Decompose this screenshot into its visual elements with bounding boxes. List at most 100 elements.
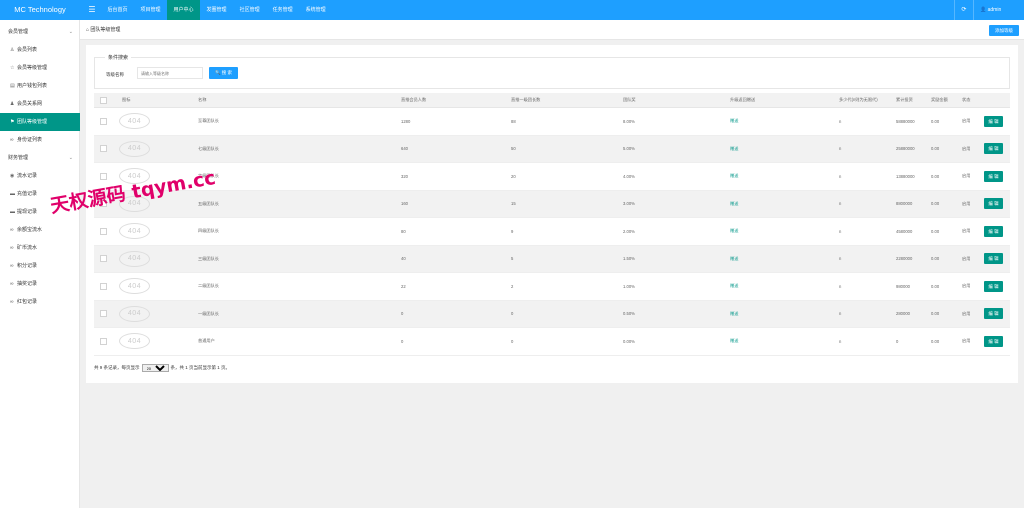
sidebar-item[interactable]: ☆ 会员等级管理 <box>0 59 80 77</box>
table-row: 404 三级团队长 40 5 1.50% 赠送 n 2280000 0.00 启用 编 辑 <box>94 245 1010 273</box>
level-image-placeholder: 404 <box>119 305 150 322</box>
sidebar-item[interactable]: ∞ 余额宝流水 <box>0 221 80 239</box>
cell-generations: n <box>839 228 842 234</box>
link-icon: ∞ <box>10 281 14 287</box>
icon-cell: 404 <box>119 108 150 135</box>
edit-button[interactable]: 编 辑 <box>984 170 1003 182</box>
pager-text-after: 条，共 1 页当前显示第 1 页。 <box>170 365 231 370</box>
sidebar-group[interactable]: 财务管理 ⌄ <box>0 149 80 167</box>
page-size-select[interactable]: 20 <box>141 364 169 372</box>
cell-reward: 0.00 <box>931 311 940 317</box>
icon-cell: 404 <box>119 273 150 300</box>
row-checkbox[interactable] <box>100 337 107 345</box>
sidebar-group-label: 财务管理 <box>8 155 29 161</box>
top-nav-item[interactable]: 社区管理 <box>233 0 266 20</box>
cell-reward: 0.00 <box>931 228 940 234</box>
cell-direct-members: 0 <box>401 338 404 344</box>
edit-button[interactable]: 编 辑 <box>984 143 1003 155</box>
action-cell: 编 辑 <box>984 273 1003 300</box>
row-checkbox[interactable] <box>100 117 107 125</box>
cell-bonus: 8.00% <box>623 118 635 124</box>
column-header: 直推一级团长数 <box>511 93 540 107</box>
cell-reward: 0.00 <box>931 338 940 344</box>
add-level-button[interactable]: 添加等级 <box>989 25 1019 36</box>
user-name: admin <box>987 7 1002 13</box>
sidebar-item[interactable]: ∞ 身份证列表 <box>0 131 80 149</box>
cell-reward: 0.00 <box>931 283 940 289</box>
sidebar-item-label: 团队等级管理 <box>17 119 48 125</box>
refresh-icon[interactable]: ⟳ <box>954 0 974 20</box>
select-all-checkbox[interactable] <box>100 96 107 104</box>
cell-status: 启用 <box>962 338 971 344</box>
menu-icon[interactable]: ☰ <box>85 0 99 20</box>
edit-button[interactable]: 编 辑 <box>984 335 1003 347</box>
edit-button[interactable]: 编 辑 <box>984 280 1003 292</box>
sidebar-item-label: 会员列表 <box>17 47 38 53</box>
top-nav-item[interactable]: 项目管理 <box>134 0 167 20</box>
row-checkbox[interactable] <box>100 145 107 153</box>
sidebar-item[interactable]: ⚑ 团队等级管理 <box>0 113 80 131</box>
level-image-placeholder: 404 <box>119 333 150 350</box>
top-nav-item[interactable]: 发圈管理 <box>200 0 233 20</box>
card-icon: ▬ <box>10 191 15 197</box>
pager-text-before: 共 9 条记录，每页显示 <box>94 365 140 370</box>
column-header-label: 直推一级团长数 <box>511 97 541 102</box>
table-row: 404 至尊团队长 1280 88 8.00% 赠送 n 58880000 0.00 启用 编 辑 <box>94 108 1010 136</box>
brand-logo[interactable]: MC Technology <box>0 0 80 20</box>
level-name-input[interactable] <box>137 67 203 79</box>
level-name: 一级团队长 <box>198 310 219 316</box>
cell-status: 启用 <box>962 200 971 206</box>
top-nav-item[interactable]: 用户中心 <box>167 0 201 20</box>
icon-cell: 404 <box>119 136 150 163</box>
sidebar-item-label: 充值记录 <box>17 191 38 197</box>
column-header-label: 状态 <box>962 97 971 102</box>
user-icon: 👤 <box>980 7 988 13</box>
sidebar-item[interactable]: ♟ 会员关系网 <box>0 95 80 113</box>
edit-button[interactable]: 编 辑 <box>984 253 1003 265</box>
sidebar-item[interactable]: ▤ 用户钱包列表 <box>0 77 80 95</box>
row-checkbox[interactable] <box>100 227 107 235</box>
top-nav-item[interactable]: 后台首页 <box>101 0 134 20</box>
cell-investment: 280000 <box>896 311 910 317</box>
cell-reward: 0.00 <box>931 201 940 207</box>
action-cell: 编 辑 <box>984 163 1003 190</box>
cell-investment: 25880000 <box>896 146 915 152</box>
sidebar-item[interactable]: ◉ 流水记录 <box>0 167 80 185</box>
row-checkbox[interactable] <box>100 282 107 290</box>
cell-status: 启用 <box>962 145 971 151</box>
cell-investment: 0 <box>896 338 899 344</box>
checkbox-cell <box>100 108 107 135</box>
sidebar-item[interactable]: ∞ 矿币流水 <box>0 239 80 257</box>
link-icon: ∞ <box>10 227 14 233</box>
sidebar-item-label: 抽奖记录 <box>17 281 38 287</box>
sidebar-group[interactable]: 会员管理 ⌄ <box>0 23 80 41</box>
sidebar-item[interactable]: ♙ 会员列表 <box>0 41 80 59</box>
row-checkbox[interactable] <box>100 310 107 318</box>
cell-reward: 0.00 <box>931 118 940 124</box>
cell-generations: n <box>839 173 842 179</box>
sidebar-item[interactable]: ∞ 积分记录 <box>0 257 80 275</box>
edit-button[interactable]: 编 辑 <box>984 115 1003 127</box>
column-header <box>100 93 107 107</box>
cell-status: 启用 <box>962 118 971 124</box>
sidebar-item[interactable]: ∞ 抽奖记录 <box>0 275 80 293</box>
user-menu[interactable]: 👤 admin <box>980 0 1001 20</box>
edit-button[interactable]: 编 辑 <box>984 225 1003 237</box>
action-cell: 编 辑 <box>984 218 1003 245</box>
row-checkbox[interactable] <box>100 255 107 263</box>
top-nav-item[interactable]: 任务管理 <box>266 0 299 20</box>
sidebar-item[interactable]: ∞ 红包记录 <box>0 293 80 311</box>
cell-bonus: 0.00% <box>623 338 635 344</box>
top-nav-item[interactable]: 系统管理 <box>299 0 332 20</box>
edit-button[interactable]: 编 辑 <box>984 198 1003 210</box>
sidebar-item-label: 矿币流水 <box>17 245 38 251</box>
row-checkbox[interactable] <box>100 172 107 180</box>
level-image-placeholder: 404 <box>119 140 150 157</box>
link-icon: ∞ <box>10 137 14 143</box>
action-cell: 编 辑 <box>984 108 1003 135</box>
action-cell: 编 辑 <box>984 136 1003 163</box>
level-name-label: 等级名称 <box>106 72 124 77</box>
edit-button[interactable]: 编 辑 <box>984 308 1003 320</box>
search-button[interactable]: 🔍 搜 索 <box>209 67 238 79</box>
team-icon: ⚑ <box>10 119 15 125</box>
